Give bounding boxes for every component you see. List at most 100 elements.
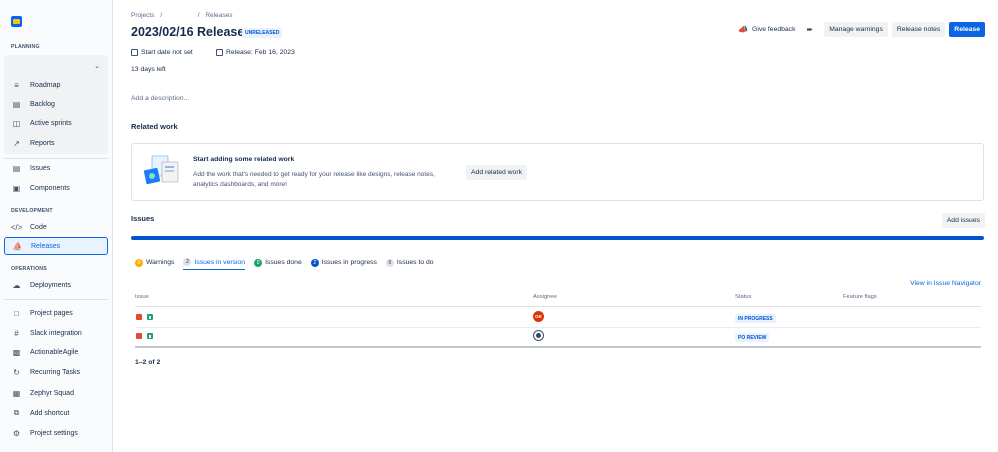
sidebar-item-label: Project pages (30, 309, 73, 317)
column-header-issue[interactable]: Issue (135, 294, 149, 300)
status-badge[interactable]: IN PROGRESS (735, 314, 776, 323)
code-icon: </> (10, 222, 23, 232)
tab-label: Issues to do (396, 259, 434, 266)
tab-count-badge: 2 (310, 258, 319, 267)
sidebar-item-zephyr-squad[interactable]: ▦ Zephyr Squad (4, 384, 108, 402)
sidebar-item-label: Code (30, 223, 47, 231)
megaphone-icon: 📣 (738, 25, 749, 34)
tab-issues-in-version[interactable]: 2 Issues in version (183, 258, 246, 270)
sidebar-item-label: Releases (31, 242, 61, 250)
column-header-feature-flags: Feature flags (843, 294, 877, 300)
sidebar-item-slack-integration[interactable]: # Slack integration (4, 324, 108, 342)
reports-icon: ↗ (13, 138, 20, 148)
sidebar-item-label: Deployments (30, 281, 71, 289)
breadcrumb-separator: / (197, 12, 200, 19)
gear-icon: ⚙ (12, 428, 21, 438)
manage-warnings-button[interactable]: Manage warnings (824, 22, 888, 37)
days-left: 13 days left (131, 66, 166, 73)
cloud-icon: ☁ (12, 280, 21, 290)
breadcrumb-releases[interactable]: Releases (205, 12, 232, 19)
tab-label: Issues in version (194, 258, 246, 266)
tab-label: Issues done (265, 259, 302, 266)
sidebar-item-roadmap[interactable]: ≡ Roadmap (4, 76, 108, 94)
page-title: 2023/02/16 Release (131, 25, 245, 39)
sidebar-item-project-settings[interactable]: ⚙ Project settings (4, 424, 108, 442)
tab-count-badge: 2 (183, 258, 192, 266)
page-icon: □ (14, 308, 19, 318)
table-row[interactable]: PO REVIEW (135, 328, 981, 348)
issue-tabs: 0 Warnings 2 Issues in version 0 Issues … (135, 258, 443, 270)
related-work-text: Add the work that's needed to get ready … (193, 171, 435, 188)
description-input[interactable]: Add a description... (131, 95, 189, 102)
sidebar-item-recurring-tasks[interactable]: ↻ Recurring Tasks (4, 363, 108, 381)
table-row[interactable]: GK IN PROGRESS (135, 308, 981, 328)
breadcrumb: Projects / / Releases (131, 12, 236, 19)
tab-issues-to-do[interactable]: 0 Issues to do (385, 258, 434, 270)
tab-label: Warnings (146, 259, 175, 266)
sidebar-item-label: Active sprints (30, 119, 72, 127)
tab-label: Issues in progress (321, 259, 377, 266)
operations-section-label: OPERATIONS (11, 266, 47, 272)
pagination-count: 1–2 of 2 (135, 359, 161, 366)
sidebar-item-releases[interactable]: ⛵ Releases (4, 237, 108, 255)
tab-warnings[interactable]: 0 Warnings (135, 258, 175, 270)
column-header-status[interactable]: Status (735, 294, 751, 300)
related-work-title: Start adding some related work (193, 156, 295, 163)
sidebar-item-label: Add shortcut (30, 409, 70, 417)
sidebar-item-code[interactable]: </> Code (4, 218, 108, 236)
project-logo-icon[interactable] (11, 16, 22, 27)
give-feedback-button[interactable]: 📣 Give feedback (738, 25, 795, 34)
table-header-divider (135, 306, 981, 307)
sidebar-item-label: Slack integration (30, 329, 82, 337)
add-related-work-button[interactable]: Add related work (466, 165, 528, 180)
status-badge[interactable]: PO REVIEW (735, 333, 770, 342)
related-work-card: Start adding some related work Add the w… (131, 143, 984, 201)
story-icon (147, 333, 153, 339)
tab-count-badge: 0 (385, 258, 394, 267)
sidebar-item-deployments[interactable]: ☁ Deployments (4, 276, 108, 294)
components-icon: ▣ (12, 183, 21, 193)
related-work-illustration-icon (143, 155, 179, 185)
table-bottom-border (135, 346, 981, 348)
zephyr-icon: ▦ (12, 388, 21, 398)
sidebar-item-add-shortcut[interactable]: ⧉ Add shortcut (4, 404, 108, 422)
release-button[interactable]: Release (949, 22, 985, 37)
related-work-heading: Related work (131, 122, 178, 131)
view-in-issue-navigator-link[interactable]: View in Issue Navigator (910, 280, 981, 287)
header-actions: 📣 Give feedback ➨ Manage warnings Releas… (738, 22, 985, 37)
refresh-icon: ↻ (13, 367, 20, 377)
start-date-text: Start date not set (141, 49, 193, 56)
issues-icon: ▤ (12, 163, 21, 173)
sidebar-item-label: Backlog (30, 100, 55, 108)
sidebar-item-components[interactable]: ▣ Components (4, 179, 108, 197)
avatar[interactable]: GK (533, 311, 544, 322)
sidebar-item-actionableagile[interactable]: ▩ ActionableAgile (4, 343, 108, 361)
tab-issues-done[interactable]: 0 Issues done (254, 258, 302, 270)
sidebar-item-label: ActionableAgile (30, 348, 79, 356)
rocket-icon[interactable]: ➨ (806, 25, 813, 34)
add-issues-button[interactable]: Add issues (941, 213, 985, 228)
sidebar-item-backlog[interactable]: ▤ Backlog (4, 95, 108, 113)
ship-icon: ⛵ (12, 241, 23, 251)
sidebar-divider (4, 299, 108, 300)
roadmap-icon: ≡ (14, 80, 19, 90)
avatar[interactable] (533, 330, 544, 341)
planning-section-label: PLANNING (11, 44, 40, 50)
start-date[interactable]: Start date not set (131, 49, 193, 56)
sidebar-item-label: Roadmap (30, 81, 61, 89)
breadcrumb-projects[interactable]: Projects (131, 12, 154, 19)
sidebar-item-label: Issues (30, 164, 51, 172)
sidebar-item-active-sprints[interactable]: ◫ Active sprints (4, 114, 108, 132)
chevron-down-icon[interactable]: ⌄ (94, 62, 100, 70)
issues-heading: Issues (131, 214, 155, 223)
sidebar-item-label: Project settings (30, 429, 78, 437)
release-date[interactable]: Release: Feb 16, 2023 (216, 49, 295, 56)
backlog-icon: ▤ (12, 99, 21, 109)
sidebar-item-issues[interactable]: ▤ Issues (4, 159, 108, 177)
tab-issues-in-progress[interactable]: 2 Issues in progress (310, 258, 377, 270)
column-header-assignee[interactable]: Assignee (533, 294, 557, 300)
release-notes-button[interactable]: Release notes (891, 22, 946, 37)
sidebar-item-project-pages[interactable]: □ Project pages (4, 304, 108, 322)
bug-icon (136, 333, 142, 339)
sidebar-item-reports[interactable]: ↗ Reports (4, 134, 108, 152)
